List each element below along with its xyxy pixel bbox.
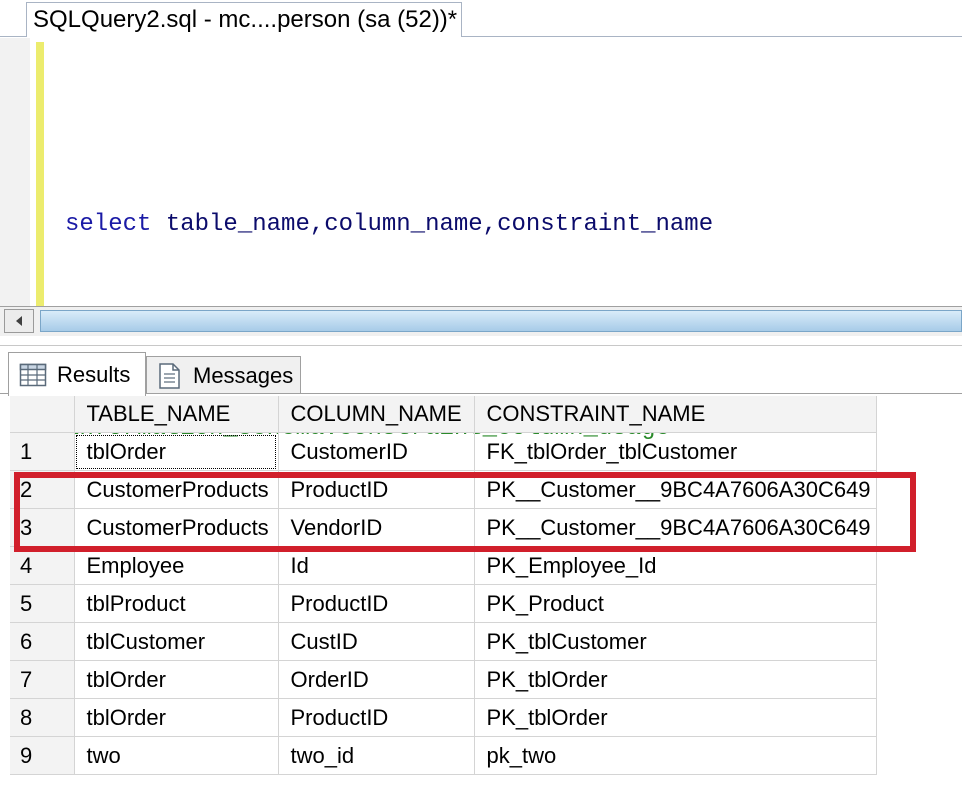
table-cell[interactable]: Employee [74,546,279,585]
table-cell[interactable]: PK__Customer__9BC4A7606A30C649 [474,508,877,547]
change-tracking-bar [36,42,44,306]
results-tab-strip: Results Messages [0,346,962,396]
document-tab[interactable]: SQLQuery2.sql - mc....person (sa (52))* [26,2,462,36]
table-row[interactable]: 6 tblCustomer CustID PK_tblCustomer [10,622,877,661]
column-header-column-name[interactable]: COLUMN_NAME [278,396,475,433]
table-cell[interactable]: tblOrder [74,698,279,737]
table-cell[interactable]: tblCustomer [74,622,279,661]
table-cell[interactable]: CustomerProducts [74,470,279,509]
row-number[interactable]: 5 [10,584,75,623]
tab-messages[interactable]: Messages [146,356,301,394]
row-number[interactable]: 2 [10,470,75,509]
arrow-left-icon [16,316,22,326]
table-cell[interactable]: PK_tblOrder [474,698,877,737]
code-keyword-select: select [65,211,152,238]
code-select-list: table_name,column_name,constraint_name [151,211,714,238]
row-number[interactable]: 1 [10,432,75,471]
ssms-window: SQLQuery2.sql - mc....person (sa (52))* … [0,0,962,812]
tab-strip-divider-right [461,36,962,37]
code-line-1: select table_name,column_name,constraint… [65,208,713,242]
document-tab-strip: SQLQuery2.sql - mc....person (sa (52))* [0,0,962,38]
table-row[interactable]: 9 two two_id pk_two [10,736,877,775]
table-row[interactable]: 7 tblOrder OrderID PK_tblOrder [10,660,877,699]
query-editor[interactable]: select table_name,column_name,constraint… [0,38,962,442]
table-cell[interactable]: PK__Customer__9BC4A7606A30C649 [474,470,877,509]
column-header-table-name[interactable]: TABLE_NAME [74,396,279,433]
grid-corner-cell[interactable] [10,396,75,433]
row-number[interactable]: 6 [10,622,75,661]
tab-results[interactable]: Results [8,352,146,396]
editor-horizontal-scrollbar[interactable] [0,306,962,336]
table-cell[interactable]: tblOrder [74,432,279,471]
table-cell[interactable]: Id [278,546,475,585]
table-cell[interactable]: tblProduct [74,584,279,623]
document-icon [159,362,180,389]
row-number[interactable]: 4 [10,546,75,585]
editor-margin [0,38,30,306]
column-header-constraint-name[interactable]: CONSTRAINT_NAME [474,396,877,433]
tab-results-label: Results [57,361,131,387]
tab-messages-label: Messages [193,362,294,388]
table-cell[interactable]: two_id [278,736,475,775]
table-row[interactable]: 1 tblOrder CustomerID FK_tblOrder_tblCus… [10,432,877,471]
table-row[interactable]: 3 CustomerProducts VendorID PK__Customer… [10,508,877,547]
table-row[interactable]: 8 tblOrder ProductID PK_tblOrder [10,698,877,737]
grid-icon [19,363,47,386]
table-cell[interactable]: PK_Employee_Id [474,546,877,585]
table-cell[interactable]: pk_two [474,736,877,775]
row-number[interactable]: 7 [10,660,75,699]
table-cell[interactable]: two [74,736,279,775]
table-cell[interactable]: PK_tblOrder [474,660,877,699]
table-cell[interactable]: CustomerID [278,432,475,471]
table-cell[interactable]: OrderID [278,660,475,699]
table-cell[interactable]: ProductID [278,470,475,509]
table-row[interactable]: 4 Employee Id PK_Employee_Id [10,546,877,585]
scroll-thumb[interactable] [40,310,962,332]
document-tab-title: SQLQuery2.sql - mc....person (sa (52))* [33,5,458,33]
table-cell[interactable]: tblOrder [74,660,279,699]
table-cell[interactable]: ProductID [278,584,475,623]
table-cell[interactable]: FK_tblOrder_tblCustomer [474,432,877,471]
table-cell[interactable]: CustomerProducts [74,508,279,547]
pane-splitter[interactable] [0,336,962,346]
row-number[interactable]: 8 [10,698,75,737]
table-cell[interactable]: VendorID [278,508,475,547]
grid-header-row: TABLE_NAME COLUMN_NAME CONSTRAINT_NAME [10,396,877,433]
row-number[interactable]: 9 [10,736,75,775]
table-cell[interactable]: CustID [278,622,475,661]
table-cell[interactable]: ProductID [278,698,475,737]
table-row[interactable]: 2 CustomerProducts ProductID PK__Custome… [10,470,877,509]
table-cell[interactable]: PK_Product [474,584,877,623]
results-grid[interactable]: TABLE_NAME COLUMN_NAME CONSTRAINT_NAME 1… [10,396,877,775]
tab-strip-divider-left [0,36,27,37]
table-cell[interactable]: PK_tblCustomer [474,622,877,661]
row-number[interactable]: 3 [10,508,75,547]
scroll-left-button[interactable] [4,309,34,333]
table-row[interactable]: 5 tblProduct ProductID PK_Product [10,584,877,623]
